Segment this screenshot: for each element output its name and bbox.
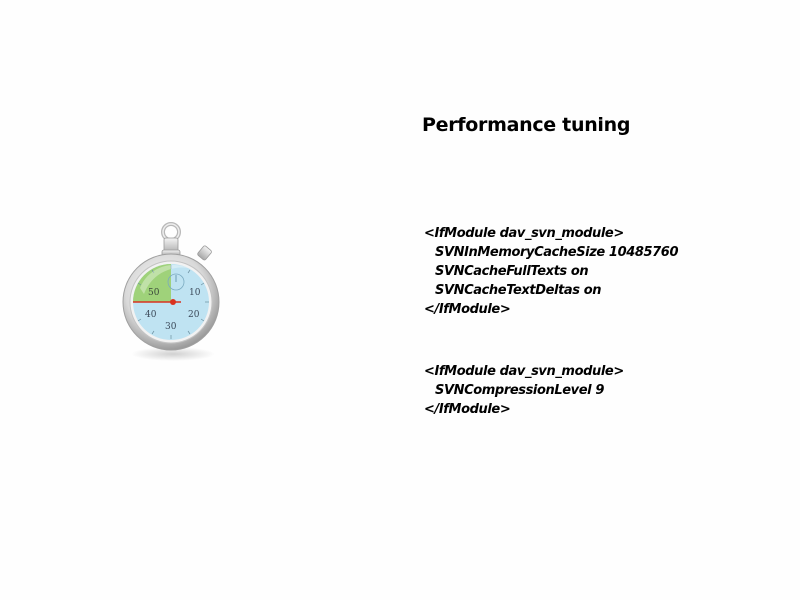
code-line: SVNCompressionLevel 9 (435, 383, 604, 398)
dial-label-40: 40 (145, 310, 157, 320)
dial-label-10: 10 (189, 288, 201, 298)
code-line: SVNCacheTextDeltas on (435, 283, 602, 298)
slide: 50 10 20 30 40 Performance tuning <IfMod… (0, 0, 800, 600)
stopwatch-icon: 50 10 20 30 40 (118, 218, 228, 368)
slide-title: Performance tuning (422, 114, 631, 136)
code-line: </IfModule> (424, 302, 511, 317)
code-line: <IfModule dav_svn_module> (424, 226, 624, 241)
dial-label-50: 50 (148, 288, 160, 298)
dial-label-20: 20 (188, 310, 200, 320)
code-line: </IfModule> (424, 402, 511, 417)
code-line: SVNCacheFullTexts on (435, 264, 589, 279)
dial-label-30: 30 (165, 322, 177, 332)
code-line: SVNInMemoryCacheSize 10485760 (435, 245, 679, 260)
code-line: <IfModule dav_svn_module> (424, 364, 624, 379)
code-block: <IfModule dav_svn_module> SVNInMemoryCac… (424, 224, 678, 319)
code-block: <IfModule dav_svn_module> SVNCompression… (424, 362, 624, 419)
